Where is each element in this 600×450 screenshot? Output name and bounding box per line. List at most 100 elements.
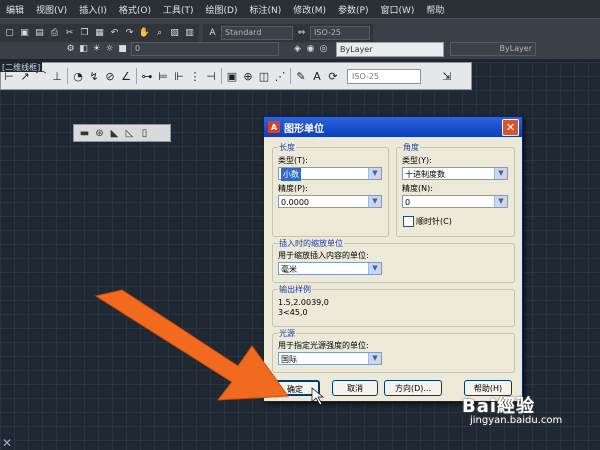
linetype-select[interactable]: ByLayer [450,42,536,56]
chevron-down-icon[interactable]: ▼ [368,168,381,179]
menu-help[interactable]: 帮助 [420,3,450,16]
sample-output-line2: 3<45,0 [278,308,308,317]
lighting-units-value: 国际 [281,355,297,364]
layout-icon[interactable]: ▯ [138,127,151,140]
standard-toolbar: ▢ ▣ ▤ ⎙ ✂ ❐ ▦ ↶ ↷ ✋ ⌕ ▧ ▥ A Standard ⇔ I… [0,18,600,59]
text-style-select[interactable]: Standard [221,26,293,40]
dialog-titlebar[interactable]: A 图形单位 ✕ [264,117,522,137]
center-mark-icon[interactable]: ⊕ [240,68,256,84]
insert-scale-desc: 用于缩放插入内容的单位: [278,251,369,260]
radius-dim-icon[interactable]: ◔ [70,68,86,84]
lighting-units-select[interactable]: 国际 ▼ [278,352,382,365]
menu-parametric[interactable]: 参数(P) [332,3,374,16]
pan-icon[interactable]: ✋ [138,27,151,40]
length-group-label: 长度 [278,142,296,153]
angle-type-select[interactable]: 十进制度数 ▼ [402,167,508,180]
length-precision-label: 精度(P): [278,184,308,193]
layer-manager-icon[interactable]: ⚙ [64,43,77,56]
save-icon[interactable]: ▤ [33,27,46,40]
length-precision-select[interactable]: 0.0000 ▼ [278,195,382,208]
layer-iso-icon[interactable]: ◎ [317,43,330,56]
quick-dim-icon[interactable]: ⊶ [139,68,155,84]
menu-insert[interactable]: 插入(I) [73,3,113,16]
chevron-down-icon[interactable]: ▼ [494,168,507,179]
angle-precision-select[interactable]: 0 ▼ [402,195,508,208]
layer-match-icon[interactable]: ◉ [304,43,317,56]
dim-text-edit-icon[interactable]: A [309,68,325,84]
inspection-icon[interactable]: ◫ [256,68,272,84]
lighting-desc: 用于指定光源强度的单位: [278,341,369,350]
paste-icon[interactable]: ▦ [93,27,106,40]
dimension-style-select[interactable]: ISO-25 [347,68,421,84]
table-style-icon[interactable]: ▬ [78,127,91,140]
direction-button[interactable]: 方向(D)... [384,380,442,396]
clockwise-label[interactable]: 顺时针(C) [416,216,452,227]
baseline-dim-icon[interactable]: ⊨ [155,68,171,84]
lighting-group-label: 光源 [278,328,296,339]
new-file-icon[interactable]: ▢ [3,27,16,40]
angle-precision-value: 0 [405,198,411,207]
dimension-style-manager-icon[interactable]: ⇲ [439,68,455,84]
redo-icon[interactable]: ↷ [123,27,136,40]
layer-select[interactable]: 0 [131,42,279,56]
menu-draw[interactable]: 绘图(D) [200,3,244,16]
close-button[interactable]: ✕ [502,119,519,136]
separator [221,68,222,84]
dim-break-icon[interactable]: ⊣ [203,68,219,84]
tolerance-icon[interactable]: ▣ [224,68,240,84]
multileader-icon[interactable]: ◺ [123,127,136,140]
undo-icon[interactable]: ↶ [108,27,121,40]
ordinate-dim-icon[interactable]: ⊥ [49,68,65,84]
cut-icon[interactable]: ✂ [63,27,76,40]
dim-style-icon[interactable]: ⇔ [295,27,308,40]
diameter-dim-icon[interactable]: ⊘ [102,68,118,84]
dim-style-select[interactable]: ISO-25 [310,26,370,40]
layer-bulb-icon[interactable]: ☀ [90,43,103,56]
layer-toolbar: ⚙ ◧ ☀ ☼ ■ 0 ◈ ◉ ◎ ByLayer ByLayer [0,41,600,57]
angular-dim-icon[interactable]: ∠ [118,68,134,84]
menu-tools[interactable]: 工具(T) [157,3,200,16]
menu-dimension[interactable]: 标注(N) [243,3,287,16]
viewport-label[interactable]: [二维线框] [0,62,43,72]
insert-scale-select[interactable]: 毫米 ▼ [278,262,382,275]
cancel-button[interactable]: 取消 [332,380,378,396]
jogged-linear-icon[interactable]: ⋰ [272,68,288,84]
dim-edit-icon[interactable]: ✎ [293,68,309,84]
length-type-select[interactable]: 小数 ▼ [278,167,382,181]
ok-button[interactable]: 确定 [270,380,320,396]
chevron-down-icon[interactable]: ▼ [494,196,507,207]
layer-sun-icon[interactable]: ☼ [103,43,116,56]
menu-format[interactable]: 格式(O) [113,3,157,16]
layer-previous-icon[interactable]: ◈ [291,43,304,56]
sample-output-group-label: 输出样例 [278,284,312,295]
dim-space-icon[interactable]: ⋮ [187,68,203,84]
copy-icon[interactable]: ❐ [78,27,91,40]
calculator-icon[interactable]: ▥ [183,27,196,40]
chevron-down-icon[interactable]: ▼ [368,196,381,207]
insert-scale-value: 毫米 [281,265,297,274]
text-style-icon[interactable]: A [206,27,219,40]
open-icon[interactable]: ▣ [18,27,31,40]
menu-modify[interactable]: 修改(M) [287,3,332,16]
color-select[interactable]: ByLayer [336,41,444,57]
chevron-down-icon[interactable]: ▼ [368,353,381,364]
angle-type-label: 类型(Y): [402,156,432,165]
dimension-icon[interactable]: ◣ [108,127,121,140]
menu-window[interactable]: 窗口(W) [375,3,421,16]
style-tools: A Standard ⇔ ISO-25 [203,24,373,42]
layer-lock-icon[interactable]: ■ [116,43,129,56]
print-icon[interactable]: ⎙ [48,27,61,40]
properties-icon[interactable]: ▧ [168,27,181,40]
clockwise-checkbox[interactable] [403,216,414,227]
menu-edit[interactable]: 编辑 [0,3,30,16]
annotation-icon[interactable]: ⊛ [93,127,106,140]
zoom-icon[interactable]: ⌕ [153,27,166,40]
continue-dim-icon[interactable]: ⊩ [171,68,187,84]
jogged-dim-icon[interactable]: ↯ [86,68,102,84]
separator [136,68,137,84]
dim-update-icon[interactable]: ⟳ [325,68,341,84]
menu-view[interactable]: 视图(V) [30,3,73,16]
length-type-value: 小数 [281,168,301,181]
layer-state-icon[interactable]: ◧ [77,43,90,56]
chevron-down-icon[interactable]: ▼ [368,263,381,274]
